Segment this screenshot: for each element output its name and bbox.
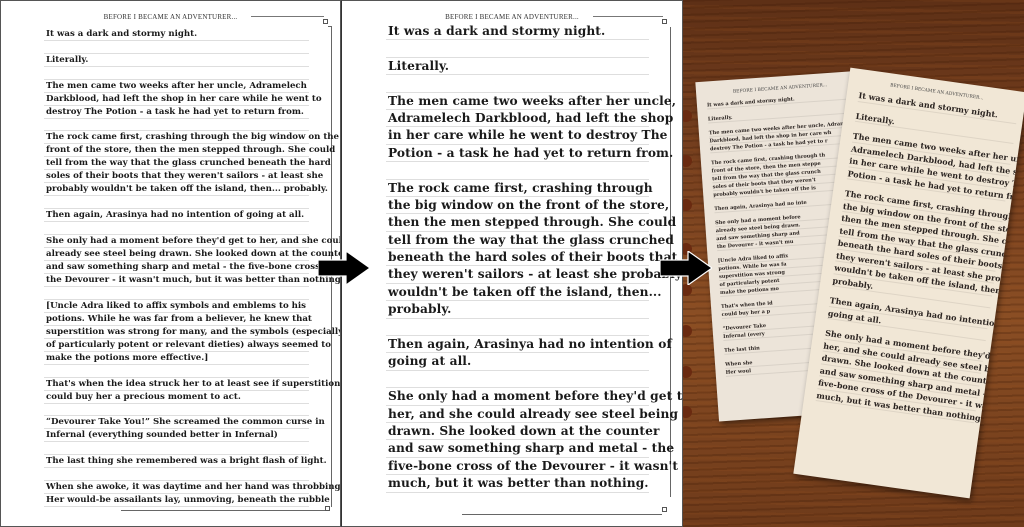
text-line: Potion - a task he had yet to return fro… (386, 145, 673, 163)
frame-corner-knot-top (323, 19, 328, 24)
text-line: in her care while he went to destroy The (386, 127, 667, 145)
paragraph-gap (44, 196, 309, 210)
text-line: going at all. (386, 353, 649, 371)
text-line: It was a dark and stormy night. (44, 28, 309, 41)
text-line: and saw something sharp and metal - the … (44, 261, 333, 274)
arrow-right-icon (660, 251, 712, 285)
paragraph-gap (44, 287, 309, 300)
text-line: Darkblood, had left the shop in her care… (44, 93, 322, 106)
text-line: probably wouldn't be taken off the islan… (44, 184, 328, 197)
page-header: BEFORE I BECAME AN ADVENTURER... (445, 13, 579, 21)
text-line: The last thing she remembered was a brig… (44, 456, 327, 469)
paragraph: Literally. (386, 58, 649, 76)
text-line: She only had a moment before they'd get … (386, 388, 691, 406)
text-line: the big window on the front of the store… (386, 197, 669, 215)
paragraph: The men came two weeks after her uncle, A… (386, 93, 676, 163)
paragraph: The last thing she remembered was a brig… (44, 455, 327, 469)
text-line: That's when the idea struck her to at le… (44, 378, 341, 391)
text-line: potions. While he was far from a believe… (44, 313, 312, 326)
frame-top-line (593, 16, 663, 17)
text-line: Her would-be assailants lay, unmoving, b… (44, 494, 330, 507)
text-line: superstition was strong for many, and th… (44, 326, 341, 339)
text-line: The men came two weeks after her uncle, … (44, 80, 309, 93)
page-preview-small: BEFORE I BECAME AN ADVENTURER... It was … (0, 0, 341, 527)
paragraph: [Uncle Adra liked to affix symbols and e… (44, 300, 341, 365)
text-line: beneath the hard soles of their boots th… (386, 249, 677, 267)
text-line: [Uncle Adra liked to affix symbols and e… (44, 300, 309, 313)
paragraph-gap (386, 162, 649, 180)
frame-bottom-line (462, 514, 662, 515)
page-text-body: It was a dark and stormy night. Literally… (44, 28, 341, 507)
text-line: Adramelech Darkblood, had left the shop (386, 110, 673, 128)
text-line: Then again, Arasinya had no intention of (386, 336, 672, 354)
frame-corner-knot-bottom (325, 506, 330, 511)
text-line: She only had a moment before they'd get … (44, 235, 341, 248)
text-line: Then again, Arasinya had no intention of… (44, 209, 309, 223)
text-line: When she awoke, it was daytime and her h… (44, 481, 341, 494)
text-line: her, and she could already see steel bei… (386, 406, 678, 423)
paragraph-gap (386, 371, 649, 389)
paragraph: The men came two weeks after her uncle, … (44, 80, 322, 119)
paragraph: When she awoke, it was daytime and her h… (44, 481, 341, 507)
paragraph-gap (44, 222, 309, 235)
text-line: The rock came first, crashing through th… (44, 132, 340, 145)
paragraph: She only had a moment before they'd get … (44, 235, 341, 287)
text-line: drawn. She looked down at the counter (386, 423, 659, 441)
paragraph-gap (44, 442, 309, 456)
text-line: five-bone cross of the Devourer - it was… (386, 458, 678, 476)
paragraph: Then again, Arasinya had no intention of… (386, 336, 672, 371)
paragraph-gap (44, 404, 309, 417)
frame-corner-knot-bottom (662, 507, 667, 512)
paragraph: Literally. (44, 54, 309, 67)
text-line: tell from the way that the glass crunche… (44, 158, 331, 171)
paragraph: The rock came first, crashing through th… (44, 131, 340, 197)
arrow-right-icon (318, 251, 370, 285)
text-line: The rock came first, crashing through (386, 180, 653, 197)
paragraph: That's when the idea struck her to at le… (44, 378, 341, 404)
paragraph: It was a dark and stormy night. (386, 23, 649, 41)
paragraph-gap (44, 41, 309, 54)
paragraph: It was a dark and stormy night. (44, 28, 309, 41)
text-line: probably. (386, 301, 649, 319)
paragraph-gap (386, 75, 649, 93)
text-line: the Devourer - it wasn't much, but it wa… (44, 274, 341, 287)
paragraph-gap (44, 468, 309, 481)
paragraph-gap (386, 319, 649, 337)
paragraph-gap (44, 365, 309, 378)
text-line: “Devourer Take You!” She screamed the co… (44, 417, 325, 430)
text-line: of particularly potent or relevant dieti… (44, 339, 331, 352)
frame-corner-knot-top (662, 19, 667, 24)
text-line: destroy The Potion - a task he had yet t… (44, 106, 309, 119)
page-text-body-large: It was a dark and stormy night. Literally… (386, 23, 691, 493)
text-line: soles of their boots that they weren't s… (44, 171, 324, 184)
frame-bottom-line (121, 510, 326, 511)
paragraph: The rock came first, crashing through the… (386, 180, 682, 319)
paragraph: “Devourer Take You!” She screamed the co… (44, 416, 325, 443)
text-line: much, but it was better than nothing. (386, 475, 649, 493)
paragraph: Then again, Arasinya had no intention of… (44, 209, 309, 223)
text-line: and saw something sharp and metal - the (386, 440, 674, 458)
text-line: make the potions more effective.] (44, 352, 309, 365)
text-line: Literally. (44, 54, 309, 67)
paragraph-gap (44, 119, 309, 132)
page-header: BEFORE I BECAME AN ADVENTURER... (103, 13, 238, 21)
frame-top-line (251, 16, 324, 17)
text-line: tell from the way that the glass crunche… (386, 232, 674, 250)
paragraph-gap (386, 40, 649, 58)
paragraph-gap (44, 67, 309, 80)
text-line: front of the store, then the men stepped… (44, 145, 336, 158)
text-line: The men came two weeks after her uncle, (386, 93, 676, 110)
printed-pages-photo: BEFORE I BECAME AN ADVENTURER... It was … (683, 0, 1024, 527)
text-line: Infernal (everything sounded better in I… (44, 429, 309, 443)
text-line: then the men stepped through. She could (386, 214, 676, 232)
text-line: wouldn't be taken off the island, then..… (386, 284, 662, 302)
text-line: already see steel being drawn. She looke… (44, 248, 341, 261)
text-line: they weren't sailors - at least she prob… (386, 266, 682, 284)
text-line: Literally. (386, 58, 649, 76)
paragraph: She only had a moment before they'd get … (386, 388, 691, 493)
text-line: could buy her a precious moment to act. (44, 391, 309, 404)
text-line: It was a dark and stormy night. (386, 23, 649, 41)
